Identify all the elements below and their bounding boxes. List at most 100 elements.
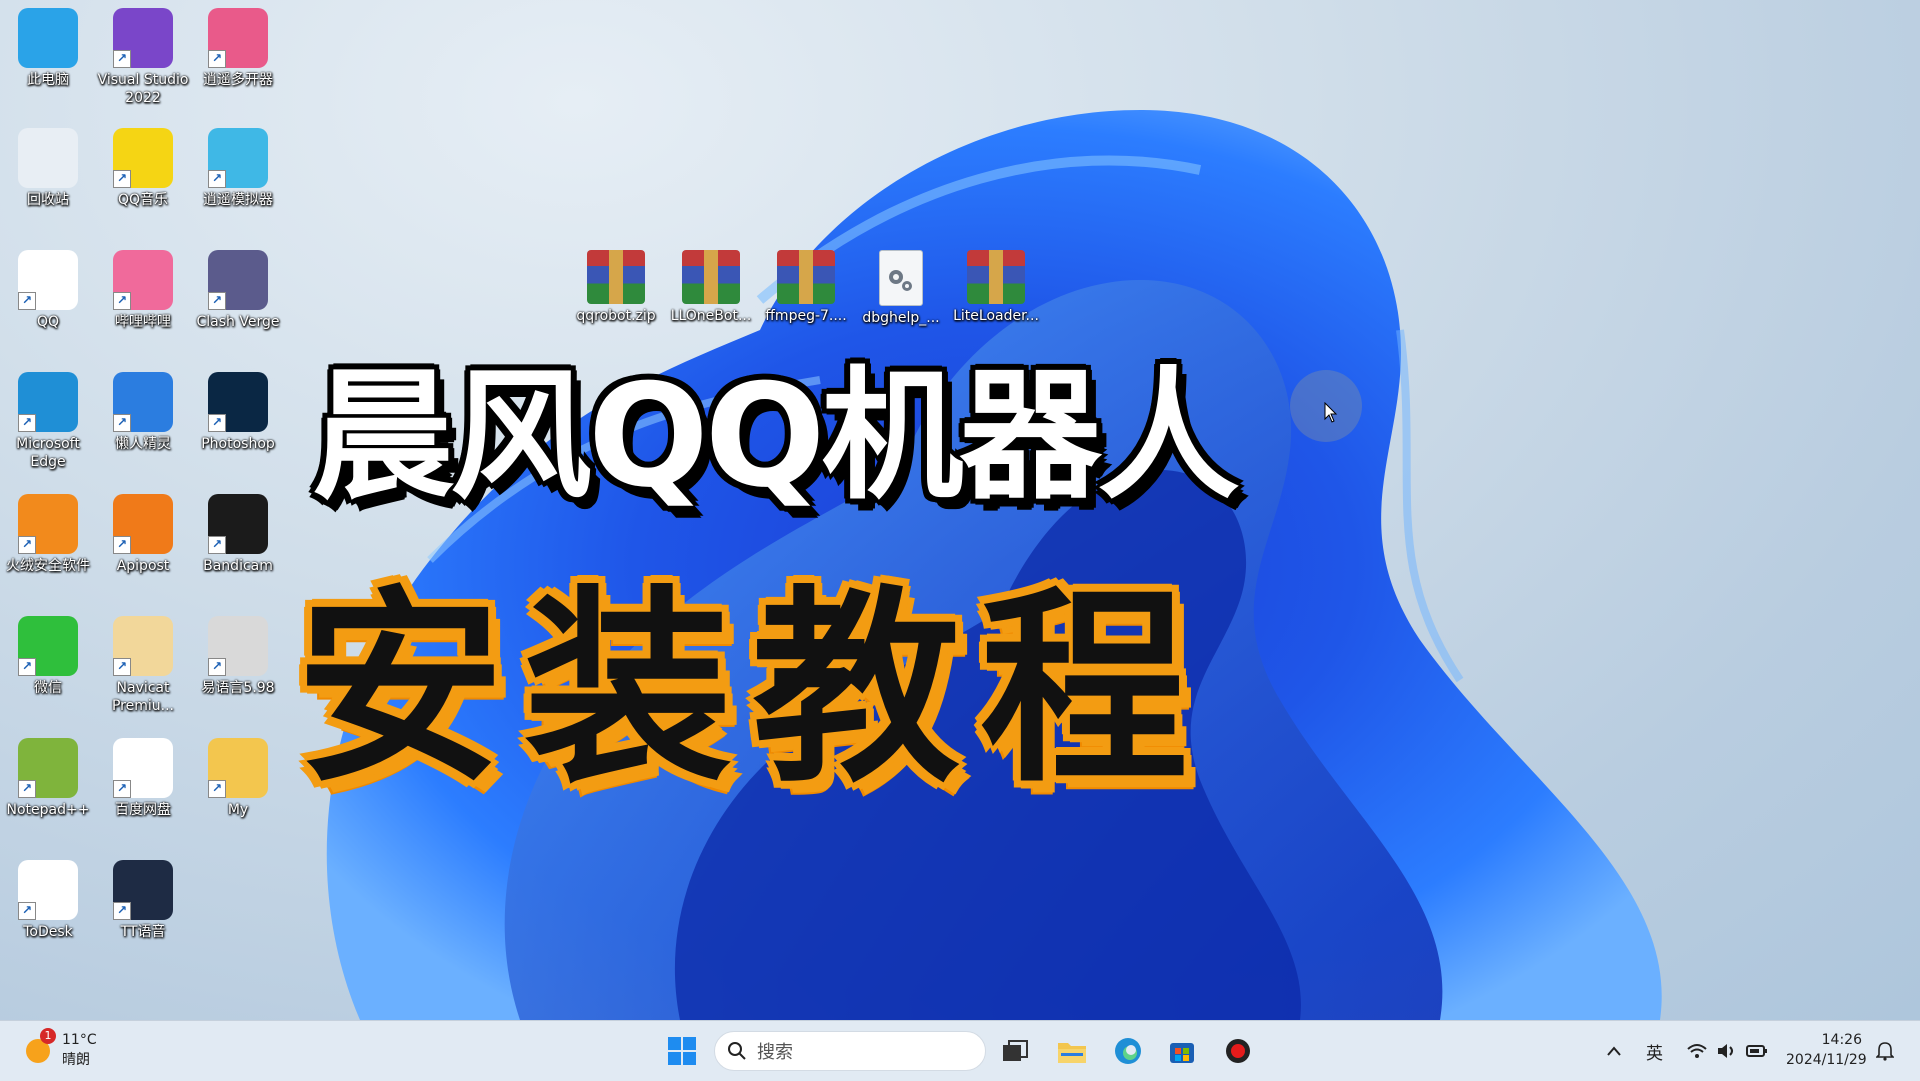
desktop-icon-label: Apipost xyxy=(116,558,170,574)
desktop-icon-label: 此电脑 xyxy=(27,72,69,88)
notification-center-button[interactable] xyxy=(1876,1021,1894,1081)
shortcut-arrow-icon: ↗ xyxy=(113,292,131,310)
shortcut-arrow-icon: ↗ xyxy=(208,780,226,798)
todesk-icon: ↗ xyxy=(18,860,78,920)
desktop-icon[interactable]: ↗ 微信 xyxy=(0,616,96,697)
recorder-button[interactable] xyxy=(1220,1033,1256,1069)
desktop-icon[interactable]: ↗ Photoshop xyxy=(190,372,286,453)
settings-file-icon xyxy=(879,250,923,306)
desktop-file[interactable]: ffmpeg-7.... xyxy=(758,250,854,325)
show-hidden-icons-button[interactable] xyxy=(1606,1021,1622,1081)
file-explorer-button[interactable] xyxy=(1054,1033,1090,1069)
notepad-plus-icon: ↗ xyxy=(18,738,78,798)
taskbar-clock[interactable]: 14:26 2024/11/29 xyxy=(1786,1030,1867,1070)
search-icon xyxy=(728,1042,746,1060)
desktop-icon[interactable]: ↗ 逍遥多开器 xyxy=(190,8,286,89)
shortcut-arrow-icon: ↗ xyxy=(113,50,131,68)
notification-badge: 1 xyxy=(40,1028,56,1044)
desktop-icon[interactable]: ↗ 火绒安全软件 xyxy=(0,494,96,575)
shortcut-arrow-icon: ↗ xyxy=(18,536,36,554)
lanren-icon: ↗ xyxy=(113,372,173,432)
desktop-icon[interactable]: ↗ Clash Verge xyxy=(190,250,286,331)
desktop-icon[interactable]: ↗ QQ xyxy=(0,250,96,331)
wifi-button[interactable] xyxy=(1686,1021,1708,1081)
chevron-up-icon xyxy=(1607,1046,1621,1056)
baidu-netdisk-icon: ↗ xyxy=(113,738,173,798)
desktop-icon[interactable]: ↗ Visual Studio 2022 xyxy=(95,8,191,107)
start-button[interactable] xyxy=(664,1033,700,1069)
huorong-icon: ↗ xyxy=(18,494,78,554)
overlay-title-line1: 晨风QQ机器人 xyxy=(312,354,1239,519)
desktop-icon-label: Bandicam xyxy=(203,558,273,574)
weather-condition: 晴朗 xyxy=(62,1052,90,1068)
input-method-indicator[interactable]: 英 xyxy=(1646,1021,1663,1081)
desktop-icon[interactable]: ↗ Notepad++ xyxy=(0,738,96,819)
desktop-file[interactable]: dbghelp_... xyxy=(853,250,949,327)
shortcut-arrow-icon: ↗ xyxy=(113,658,131,676)
qq-music-icon: ↗ xyxy=(113,128,173,188)
edge-icon: ↗ xyxy=(18,372,78,432)
desktop-icon[interactable]: ↗ Bandicam xyxy=(190,494,286,575)
shortcut-arrow-icon: ↗ xyxy=(208,170,226,188)
desktop-icon[interactable]: 此电脑 xyxy=(0,8,96,89)
record-icon xyxy=(1226,1039,1250,1063)
task-view-button[interactable] xyxy=(997,1033,1033,1069)
visual-studio-icon: ↗ xyxy=(113,8,173,68)
xiaoyao-multi-icon: ↗ xyxy=(208,8,268,68)
volume-button[interactable] xyxy=(1716,1021,1738,1081)
weather-widget[interactable]: 1 11°C 晴朗 xyxy=(24,1028,97,1070)
eyuyan-icon: ↗ xyxy=(208,616,268,676)
wechat-icon: ↗ xyxy=(18,616,78,676)
shortcut-arrow-icon: ↗ xyxy=(18,780,36,798)
desktop-icon-label: 百度网盘 xyxy=(115,802,171,818)
edge-taskbar-button[interactable] xyxy=(1110,1033,1146,1069)
desktop-file[interactable]: LLOneBot... xyxy=(663,250,759,325)
desktop-icon[interactable]: ↗ Navicat Premiu... xyxy=(95,616,191,715)
shortcut-arrow-icon: ↗ xyxy=(113,780,131,798)
taskbar: 1 11°C 晴朗 搜索 英 14:26 2024/11/29 xyxy=(0,1020,1920,1081)
desktop-icon-label: ToDesk xyxy=(23,924,73,940)
shortcut-arrow-icon: ↗ xyxy=(113,902,131,920)
desktop-icon-label: 哔哩哔哩 xyxy=(115,314,171,330)
desktop-file[interactable]: LiteLoader... xyxy=(948,250,1044,325)
recycle-bin-icon xyxy=(18,128,78,188)
desktop-icon[interactable]: ↗ TT语音 xyxy=(95,860,191,941)
desktop-icon[interactable]: ↗ My xyxy=(190,738,286,819)
desktop-icon[interactable]: ↗ 易语言5.98 xyxy=(190,616,286,697)
clock-date: 2024/11/29 xyxy=(1786,1052,1867,1068)
computer-icon xyxy=(18,8,78,68)
store-button[interactable] xyxy=(1164,1033,1200,1069)
desktop-icon-label: Navicat Premiu... xyxy=(111,680,174,714)
desktop-file[interactable]: qqrobot.zip xyxy=(568,250,664,325)
weather-temperature: 11°C xyxy=(62,1032,97,1048)
desktop-icon[interactable]: ↗ 百度网盘 xyxy=(95,738,191,819)
xiaoyao-emulator-icon: ↗ xyxy=(208,128,268,188)
bell-icon xyxy=(1876,1042,1894,1061)
search-placeholder: 搜索 xyxy=(757,1042,793,1063)
desktop-icon[interactable]: ↗ Microsoft Edge xyxy=(0,372,96,471)
desktop-icon-label: 懒人精灵 xyxy=(115,436,171,452)
desktop-icon[interactable]: ↗ QQ音乐 xyxy=(95,128,191,209)
desktop-icon-label: QQ xyxy=(36,314,60,330)
shortcut-arrow-icon: ↗ xyxy=(208,658,226,676)
desktop-icon[interactable]: ↗ 逍遥模拟器 xyxy=(190,128,286,209)
desktop-icon[interactable]: ↗ ToDesk xyxy=(0,860,96,941)
bilibili-icon: ↗ xyxy=(113,250,173,310)
desktop-icon[interactable]: 回收站 xyxy=(0,128,96,209)
desktop-icon[interactable]: ↗ Apipost xyxy=(95,494,191,575)
battery-icon xyxy=(1746,1045,1767,1057)
desktop-icon-label: Photoshop xyxy=(201,436,275,452)
battery-button[interactable] xyxy=(1746,1021,1768,1081)
desktop-icon[interactable]: ↗ 懒人精灵 xyxy=(95,372,191,453)
folder-icon: ↗ xyxy=(208,738,268,798)
mouse-cursor-icon xyxy=(1324,402,1338,423)
shortcut-arrow-icon: ↗ xyxy=(208,292,226,310)
desktop-icon-label: Microsoft Edge xyxy=(16,436,80,470)
qq-penguin-icon: ↗ xyxy=(18,250,78,310)
desktop-icon[interactable]: ↗ 哔哩哔哩 xyxy=(95,250,191,331)
shortcut-arrow-icon: ↗ xyxy=(18,292,36,310)
desktop: 此电脑 ↗ Visual Studio 2022 ↗ 逍遥多开器回收站 ↗ QQ音乐 ↗ 逍遥模… xyxy=(0,0,1920,1020)
taskbar-search-box[interactable]: 搜索 xyxy=(714,1031,986,1071)
winrar-archive-icon xyxy=(682,250,740,304)
start-icon xyxy=(668,1037,696,1065)
